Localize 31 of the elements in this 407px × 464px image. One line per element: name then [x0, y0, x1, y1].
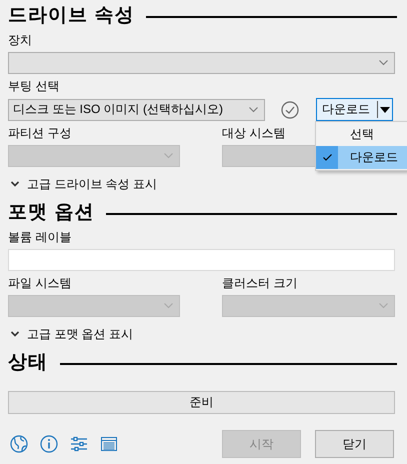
chevron-icon [379, 303, 388, 309]
close-button[interactable]: 닫기 [315, 430, 394, 458]
log-icon[interactable] [100, 436, 118, 452]
field-label: 대상 시스템 [222, 126, 286, 140]
section-title: 포맷 옵션 [8, 201, 94, 225]
advanced-options-toggle[interactable]: 고급 드라이브 속성 표시 [27, 176, 158, 192]
chevron-icon [249, 106, 258, 112]
settings-icon[interactable] [70, 435, 88, 453]
check-circle-icon[interactable] [281, 100, 299, 118]
advanced-options-toggle[interactable]: 고급 포맷 옵션 표시 [27, 326, 134, 342]
chevron-icon [164, 153, 173, 159]
chevron-icon [379, 60, 388, 66]
chevron-icon [164, 303, 173, 309]
menu-item[interactable]: 다운로드 [316, 146, 407, 169]
field-label: 장치 [8, 33, 32, 47]
info-icon[interactable] [40, 435, 58, 453]
section-title: 드라이브 속성 [8, 4, 134, 28]
caret-icon [380, 106, 390, 112]
menu-item[interactable]: 선택 [316, 123, 407, 146]
field-label: 부팅 선택 [8, 79, 60, 93]
split-button[interactable]: 다운로드 [316, 98, 393, 121]
boot-selection-dropdown[interactable]: 디스크 또는 ISO 이미지 (선택하십시오) [8, 98, 265, 120]
field-label: 파티션 구성 [8, 126, 72, 140]
field-label: 볼륨 레이블 [8, 230, 72, 244]
status-bar: 준비 [8, 391, 395, 414]
field-label: 클러스터 크기 [222, 276, 298, 290]
section-title: 상태 [8, 351, 48, 375]
input-field[interactable] [8, 249, 395, 271]
globe-icon[interactable] [10, 435, 28, 453]
field-label: 파일 시스템 [8, 276, 72, 290]
check-icon [322, 154, 332, 161]
